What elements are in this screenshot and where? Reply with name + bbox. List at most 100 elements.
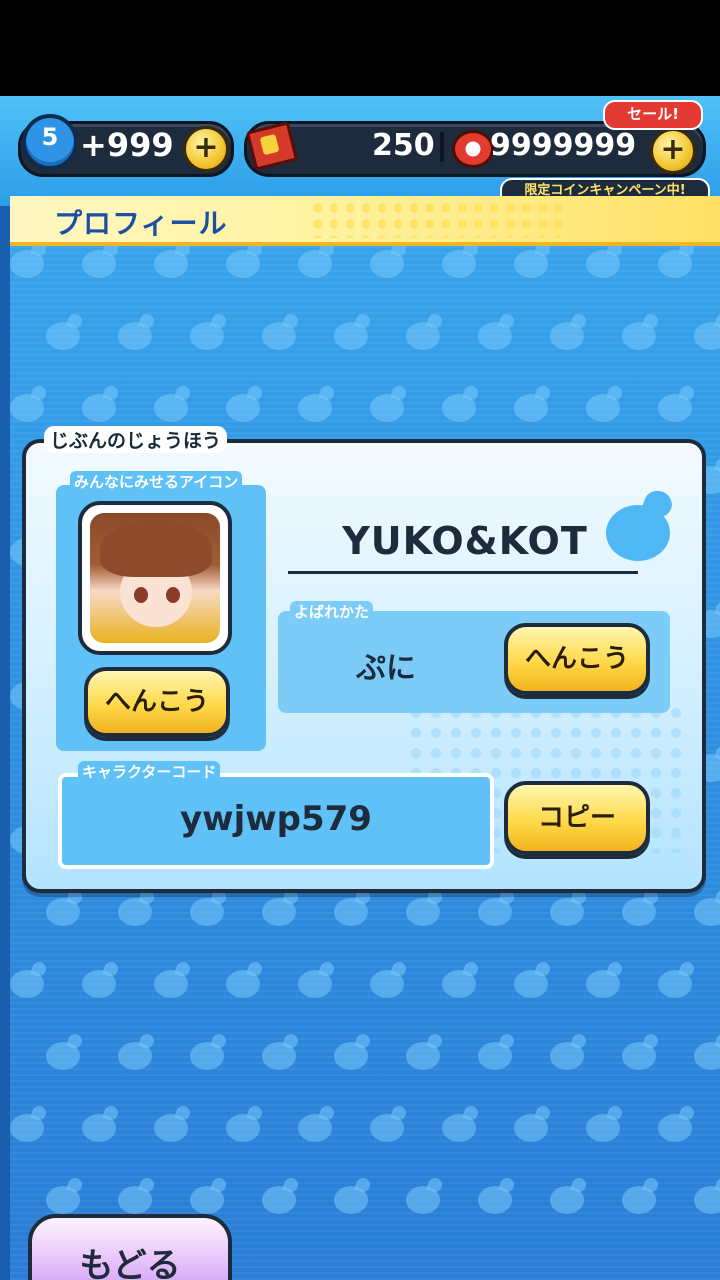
pattern-puni-icon	[46, 1032, 84, 1070]
section-title: じぶんのじょうほう	[44, 426, 228, 453]
pattern-puni-icon	[370, 1104, 408, 1142]
pattern-puni-icon	[262, 1176, 300, 1214]
pattern-puni-icon	[658, 240, 696, 278]
pattern-puni-icon	[514, 960, 552, 998]
pattern-puni-icon	[442, 960, 480, 998]
page-title: プロフィール	[54, 207, 228, 240]
game-screen: 5 +999 + 250 9999999 + セール! 限定コインキャンペーン中…	[0, 96, 720, 1280]
pattern-puni-icon	[586, 1104, 624, 1142]
pattern-puni-icon	[550, 312, 588, 350]
add-stamina-button[interactable]: +	[183, 126, 229, 172]
pattern-puni-icon	[622, 888, 660, 926]
title-decoration	[310, 200, 570, 238]
pattern-puni-icon	[478, 888, 516, 926]
pattern-puni-icon	[478, 1176, 516, 1214]
pattern-puni-icon	[226, 240, 264, 278]
pattern-puni-icon	[46, 312, 84, 350]
avatar-hair	[100, 521, 212, 577]
letterbox-top	[0, 0, 720, 96]
currency-bar: 5 +999 + 250 9999999 + セール! 限定コインキャンペーン中…	[0, 96, 720, 206]
pattern-puni-icon	[622, 1176, 660, 1214]
pattern-puni-icon	[406, 888, 444, 926]
icon-label: みんなにみせるアイコン	[70, 471, 243, 492]
coin-icon	[452, 130, 494, 168]
call-name-value: ぷに	[356, 651, 416, 686]
sale-badge[interactable]: セール!	[603, 100, 703, 130]
pattern-puni-icon	[118, 312, 156, 350]
pattern-puni-icon	[694, 1176, 720, 1214]
character-code-value: ywjwp579	[180, 799, 372, 839]
pattern-puni-icon	[442, 240, 480, 278]
puni-mascot-icon	[606, 486, 676, 561]
call-name-label: よばれかた	[290, 601, 374, 622]
left-frame-edge	[0, 151, 10, 1280]
name-underline	[288, 571, 638, 574]
pattern-puni-icon	[442, 1104, 480, 1142]
pattern-puni-icon	[622, 1032, 660, 1070]
pattern-puni-icon	[154, 1104, 192, 1142]
pattern-puni-icon	[10, 240, 48, 278]
pattern-puni-icon	[694, 1032, 720, 1070]
pattern-puni-icon	[226, 960, 264, 998]
pattern-puni-icon	[262, 312, 300, 350]
pattern-puni-icon	[190, 312, 228, 350]
pattern-puni-icon	[334, 1032, 372, 1070]
add-coins-button[interactable]: +	[650, 128, 696, 174]
title-bar: プロフィール	[10, 196, 720, 246]
pattern-puni-icon	[370, 240, 408, 278]
avatar	[78, 501, 232, 655]
pattern-puni-icon	[298, 384, 336, 422]
pattern-puni-icon	[298, 240, 336, 278]
pattern-puni-icon	[298, 1104, 336, 1142]
pattern-puni-icon	[10, 384, 48, 422]
pattern-puni-icon	[334, 312, 372, 350]
stamina-bonus: +999	[80, 126, 174, 164]
pattern-puni-icon	[118, 888, 156, 926]
pattern-puni-icon	[190, 888, 228, 926]
profile-panel: みんなにみせるアイコン へんこう YUKO&KOT よばれかた ぷに へんこう …	[22, 439, 706, 893]
pattern-puni-icon	[586, 240, 624, 278]
pattern-puni-icon	[190, 1032, 228, 1070]
pattern-puni-icon	[478, 312, 516, 350]
pattern-puni-icon	[82, 960, 120, 998]
pattern-puni-icon	[406, 1176, 444, 1214]
pattern-puni-icon	[190, 1176, 228, 1214]
coin-count: 9999999	[490, 128, 637, 163]
pattern-puni-icon	[370, 384, 408, 422]
pattern-puni-icon	[658, 960, 696, 998]
pattern-puni-icon	[694, 888, 720, 926]
pattern-puni-icon	[154, 240, 192, 278]
pattern-puni-icon	[118, 1032, 156, 1070]
pattern-puni-icon	[154, 384, 192, 422]
pattern-puni-icon	[82, 240, 120, 278]
pattern-puni-icon	[334, 1176, 372, 1214]
pattern-puni-icon	[478, 1032, 516, 1070]
change-icon-button[interactable]: へんこう	[84, 667, 230, 737]
pattern-puni-icon	[370, 960, 408, 998]
player-name: YUKO&KOT	[342, 519, 588, 563]
pattern-puni-icon	[298, 960, 336, 998]
pattern-puni-icon	[154, 960, 192, 998]
pattern-puni-icon	[658, 384, 696, 422]
character-code-label: キャラクターコード	[78, 761, 221, 782]
pattern-puni-icon	[406, 1032, 444, 1070]
ticket-count: 250	[372, 128, 435, 163]
pattern-puni-icon	[334, 888, 372, 926]
pattern-puni-icon	[514, 1104, 552, 1142]
avatar-eye-left	[134, 587, 148, 603]
change-call-name-button[interactable]: へんこう	[504, 623, 650, 695]
back-button[interactable]: もどる	[28, 1214, 232, 1280]
stamina-icon: 5	[22, 114, 78, 170]
avatar-image	[90, 513, 220, 643]
pattern-puni-icon	[586, 384, 624, 422]
pattern-puni-icon	[514, 240, 552, 278]
pattern-puni-icon	[514, 384, 552, 422]
avatar-eye-right	[166, 587, 180, 603]
pattern-puni-icon	[226, 384, 264, 422]
stamina-level: 5	[41, 123, 59, 151]
pattern-puni-icon	[550, 1032, 588, 1070]
pattern-puni-icon	[82, 384, 120, 422]
pattern-puni-icon	[442, 384, 480, 422]
pattern-puni-icon	[226, 1104, 264, 1142]
copy-button[interactable]: コピー	[504, 781, 650, 855]
